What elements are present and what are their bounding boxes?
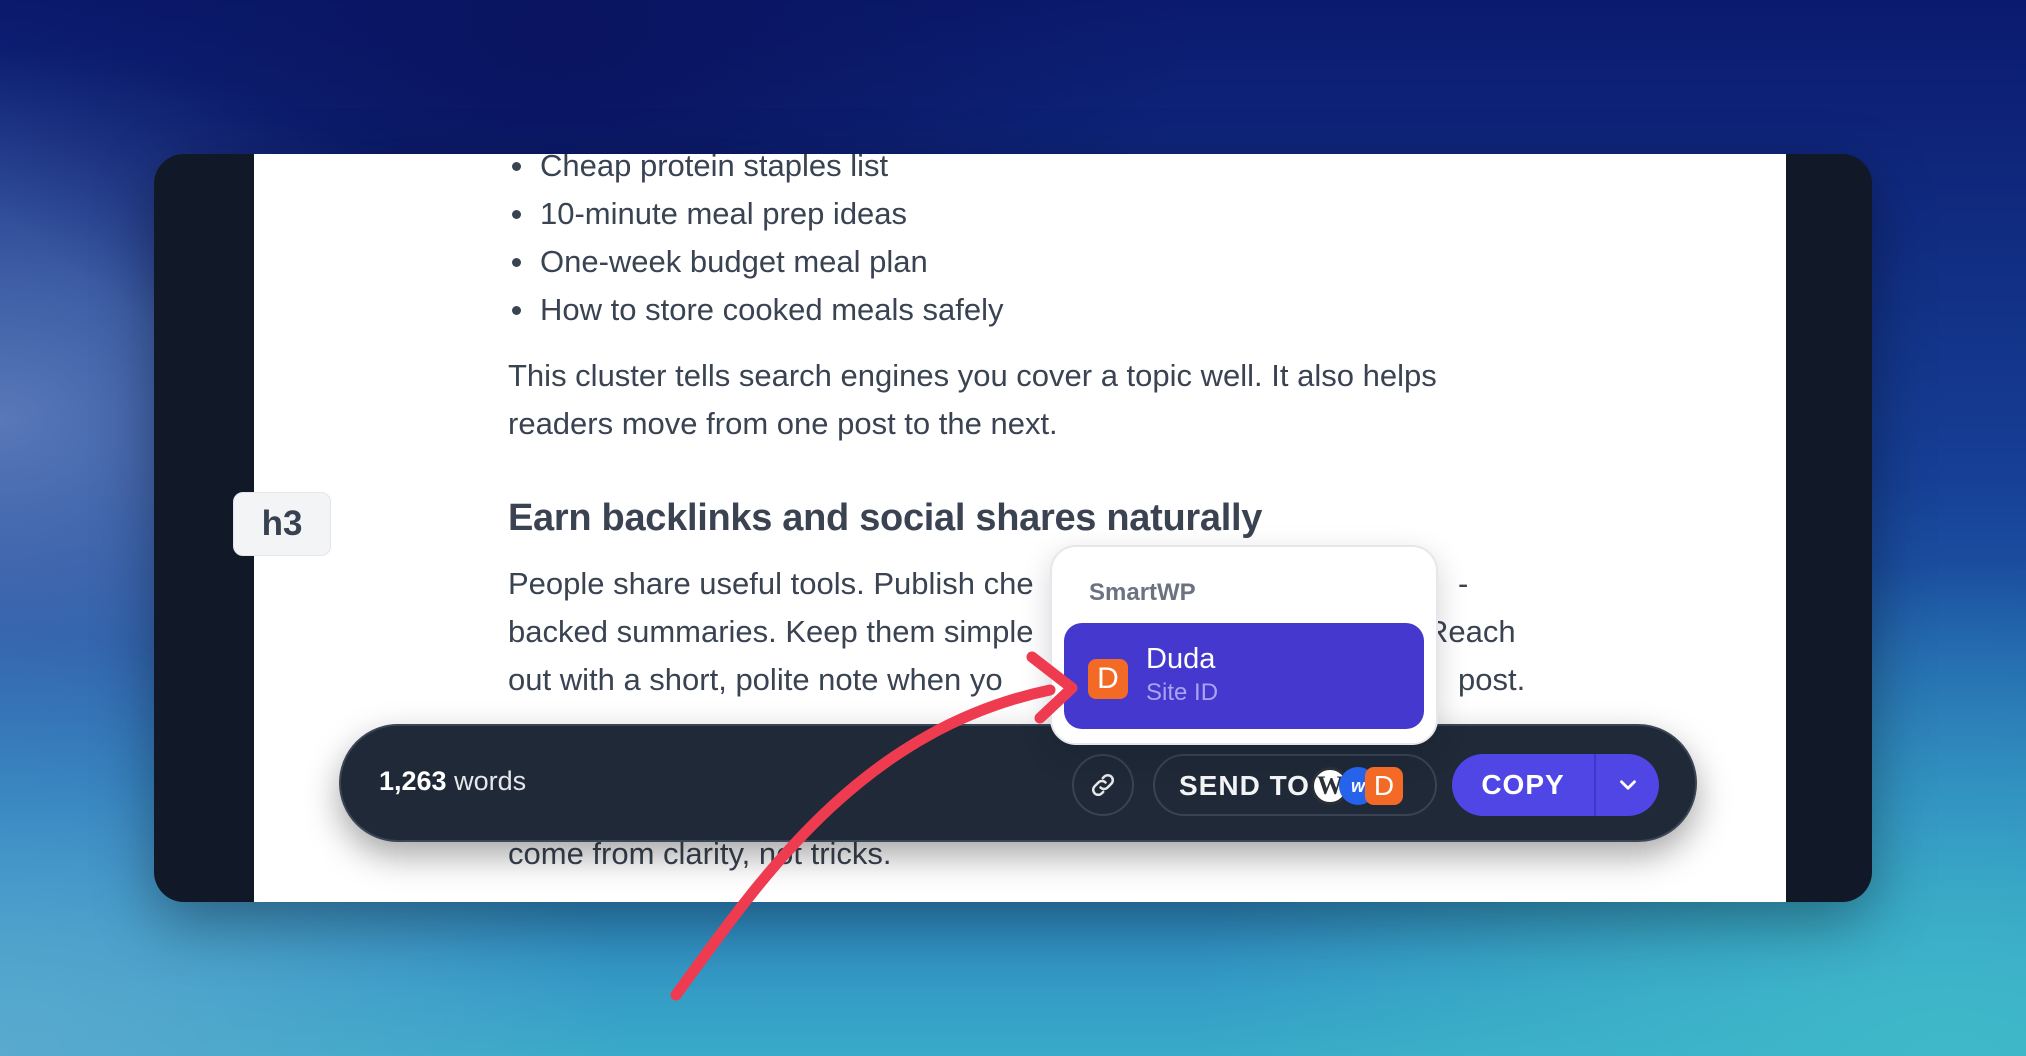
duda-logo-icon: D: [1365, 767, 1403, 805]
word-count: 1,263 words: [379, 766, 526, 797]
paragraph-line: backed summaries. Keep them simple: [508, 614, 1034, 649]
word-count-unit: words: [454, 766, 527, 796]
heading-level-badge[interactable]: h3: [233, 492, 331, 556]
send-to-menu: SmartWP D Duda Site ID: [1050, 545, 1438, 745]
copy-split-button: COPY: [1452, 754, 1659, 816]
paragraph-line: out with a short, polite note when yo: [508, 662, 1003, 697]
link-icon: [1091, 773, 1115, 797]
paragraph-line: People share useful tools. Publish che: [508, 566, 1034, 601]
chevron-down-icon: [1619, 780, 1636, 790]
menu-item-title: Duda: [1146, 643, 1216, 675]
send-to-label: SEND TO: [1179, 770, 1310, 801]
paragraph-line: readers move from one post to the next.: [508, 406, 1058, 441]
duda-logo-icon: D: [1088, 659, 1128, 699]
menu-item-duda[interactable]: D Duda Site ID: [1064, 623, 1424, 729]
bullet-list: Cheap protein staples list 10-minute mea…: [508, 154, 1004, 334]
word-count-value: 1,263: [379, 766, 447, 796]
paragraph-line: This cluster tells search engines you co…: [508, 358, 1437, 393]
copy-options-button[interactable]: [1596, 754, 1659, 816]
menu-item-subtitle: Site ID: [1146, 679, 1219, 706]
paragraph-line-fragment: -: [1458, 566, 1469, 601]
menu-section-label: SmartWP: [1089, 579, 1196, 606]
paragraph-line-fragment: post.: [1458, 662, 1526, 697]
link-button[interactable]: [1072, 754, 1134, 816]
send-to-button[interactable]: SEND TO W w D: [1153, 754, 1437, 816]
copy-button[interactable]: COPY: [1452, 754, 1594, 816]
list-item: One-week budget meal plan: [508, 238, 1004, 286]
list-item: How to store cooked meals safely: [508, 286, 1004, 334]
paragraph-line-fragment: Reach: [1426, 614, 1516, 649]
list-item: Cheap protein staples list: [508, 154, 1004, 190]
list-item: 10-minute meal prep ideas: [508, 190, 1004, 238]
bottom-toolbar: 1,263 words SEND TO W w D COPY: [339, 724, 1697, 842]
section-heading: Earn backlinks and social shares natural…: [508, 497, 1263, 539]
